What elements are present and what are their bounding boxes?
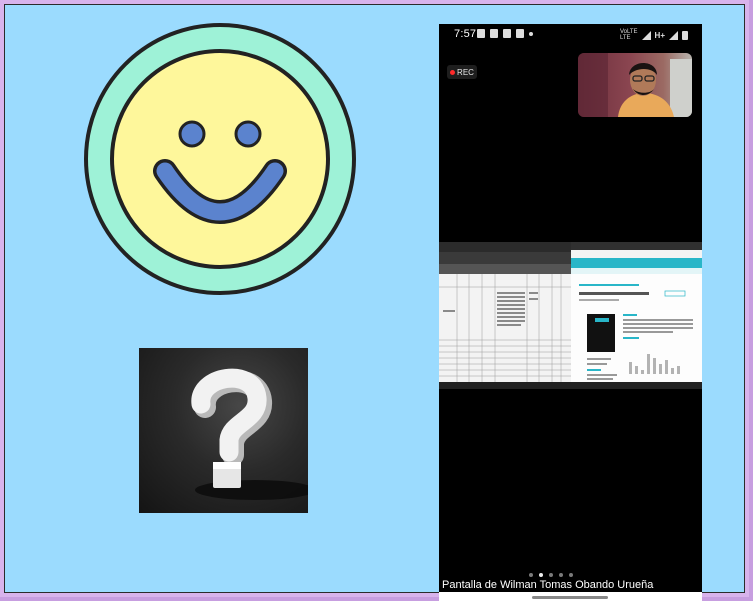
- status-bar: 7:57 VoLTE LTE H+: [439, 24, 702, 44]
- page-indicator[interactable]: [529, 573, 573, 577]
- question-mark-image[interactable]: [139, 348, 308, 513]
- signal-icon: [641, 30, 651, 40]
- page-dot-active[interactable]: [539, 573, 543, 577]
- more-dot-icon: [529, 31, 533, 36]
- clock: 7:57: [454, 28, 477, 40]
- page-dot[interactable]: [549, 573, 553, 577]
- page-dot[interactable]: [569, 573, 573, 577]
- settings-icon: [490, 29, 498, 38]
- shared-screen[interactable]: [439, 242, 702, 389]
- network-indicator: H+: [654, 30, 665, 40]
- page-dot[interactable]: [529, 573, 533, 577]
- phone-screen: 7:57 VoLTE LTE H+ REC: [439, 24, 702, 601]
- volte-indicator: VoLTE LTE: [619, 29, 638, 41]
- nav-bar: [439, 592, 702, 601]
- signal-icon-2: [669, 30, 678, 40]
- page-dot[interactable]: [559, 573, 563, 577]
- snapchat-icon: [516, 29, 524, 38]
- rec-badge: REC: [447, 65, 477, 79]
- record-dot-icon: [450, 69, 456, 75]
- screen-share-caption: Pantalla de Wilman Tomas Obando Urueña: [442, 579, 654, 591]
- notification-icon: [477, 29, 485, 38]
- smiley-face-icon[interactable]: [84, 23, 356, 295]
- battery-icon: [682, 31, 688, 40]
- camera-thumbnail[interactable]: [578, 53, 692, 117]
- facebook-icon: [503, 29, 511, 38]
- home-gesture-pill[interactable]: [532, 596, 608, 599]
